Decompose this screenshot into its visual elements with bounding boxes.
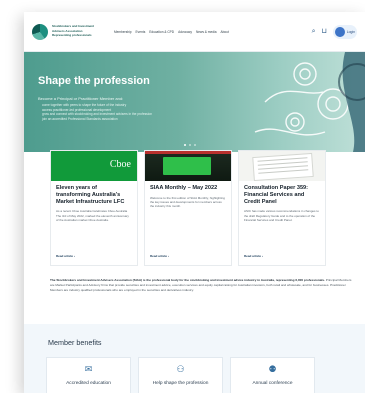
benefit-label: Annual conference	[252, 381, 293, 386]
nav-advocacy[interactable]: Advocacy	[178, 30, 192, 34]
news-card[interactable]: SIAA Monthly – May 2022 Welcome to the f…	[144, 150, 232, 266]
card-text: ASIC has made various recommendations in…	[244, 209, 319, 222]
cboe-logo: Cboe	[109, 159, 131, 170]
hero-bullet: join an accredited Professional Standard…	[42, 116, 118, 121]
benefit-card[interactable]: ⚉ Annual conference	[230, 357, 315, 393]
hero-subtitle: Become a Principal or Practitioner Membe…	[38, 96, 124, 101]
benefits-heading: Member benefits	[48, 338, 102, 347]
card-title: Eleven years of transforming Australia's…	[56, 185, 125, 205]
siaa-logo[interactable]: Stockbrokers and Investment Advisers Ass…	[32, 23, 108, 40]
login-label: Login	[346, 29, 355, 34]
card-image	[145, 151, 231, 181]
benefit-label: Help shape the profession	[152, 381, 209, 386]
benefit-card[interactable]: ⚇ Help shape the profession	[138, 357, 223, 393]
news-card[interactable]: Cboe Eleven years of transforming Austra…	[50, 150, 138, 266]
card-title: SIAA Monthly – May 2022	[150, 185, 218, 191]
benefit-card[interactable]: ✉ Accredited education	[46, 357, 131, 393]
search-icon[interactable]: ⌕	[312, 28, 316, 35]
document-paper	[252, 152, 314, 181]
hero-banner: Shape the profession Become a Principal …	[24, 52, 365, 152]
nav-news[interactable]: News & media	[196, 30, 217, 34]
nav-membership[interactable]: Membership	[114, 30, 132, 34]
news-card[interactable]: Consultation Paper 359: Financial Servic…	[238, 150, 326, 266]
nav-about[interactable]: About	[221, 30, 229, 34]
nav-events[interactable]: Events	[136, 30, 146, 34]
gears-illustration-icon	[254, 52, 365, 152]
carousel-dot[interactable]	[189, 144, 191, 146]
news-cards: Cboe Eleven years of transforming Austra…	[50, 150, 326, 266]
certificate-icon: ✉	[84, 364, 93, 374]
people-icon: ⚇	[176, 364, 185, 374]
main-nav: Membership Events Education & CPD Advoca…	[114, 30, 229, 34]
card-image	[239, 151, 325, 181]
card-text: Welcome to the first edition of SIAA Mon…	[150, 195, 225, 209]
carousel-dots	[184, 144, 196, 146]
logo-line: Representing professionals	[52, 33, 92, 38]
read-article-link[interactable]: Read article ›	[56, 254, 75, 258]
login-button[interactable]: Login	[333, 24, 357, 39]
about-paragraph: The Stockbrokers and Investment Advisers…	[50, 278, 354, 292]
benefit-label: Accredited education	[66, 381, 111, 386]
read-article-link[interactable]: Read article ›	[150, 254, 169, 258]
conference-icon: ⚉	[268, 364, 277, 374]
carousel-dot[interactable]	[194, 144, 196, 146]
cart-icon[interactable]: ⊔	[322, 28, 327, 35]
logo-mark-icon	[32, 23, 48, 40]
carousel-dot[interactable]	[184, 144, 186, 146]
hero-bullets: come together with peers to shape the fu…	[42, 103, 152, 121]
monitor-screen	[163, 157, 211, 175]
user-icon	[335, 26, 345, 37]
nav-education[interactable]: Education & CPD	[149, 30, 174, 34]
read-article-link[interactable]: Read article ›	[244, 254, 263, 258]
website-screenshot: Stockbrokers and Investment Advisers Ass…	[24, 12, 365, 393]
hero-title: Shape the profession	[38, 75, 150, 87]
member-benefits-section: Member benefits ✉ Accredited education ⚇…	[24, 324, 365, 393]
site-header: Stockbrokers and Investment Advisers Ass…	[24, 12, 365, 52]
card-title: Consultation Paper 359: Financial Servic…	[244, 185, 309, 205]
about-lead: The Stockbrokers and Investment Advisers…	[50, 278, 325, 282]
card-text: As a recent Cboe Australia Celebrates Cb…	[56, 209, 129, 222]
card-image: Cboe	[51, 151, 137, 181]
